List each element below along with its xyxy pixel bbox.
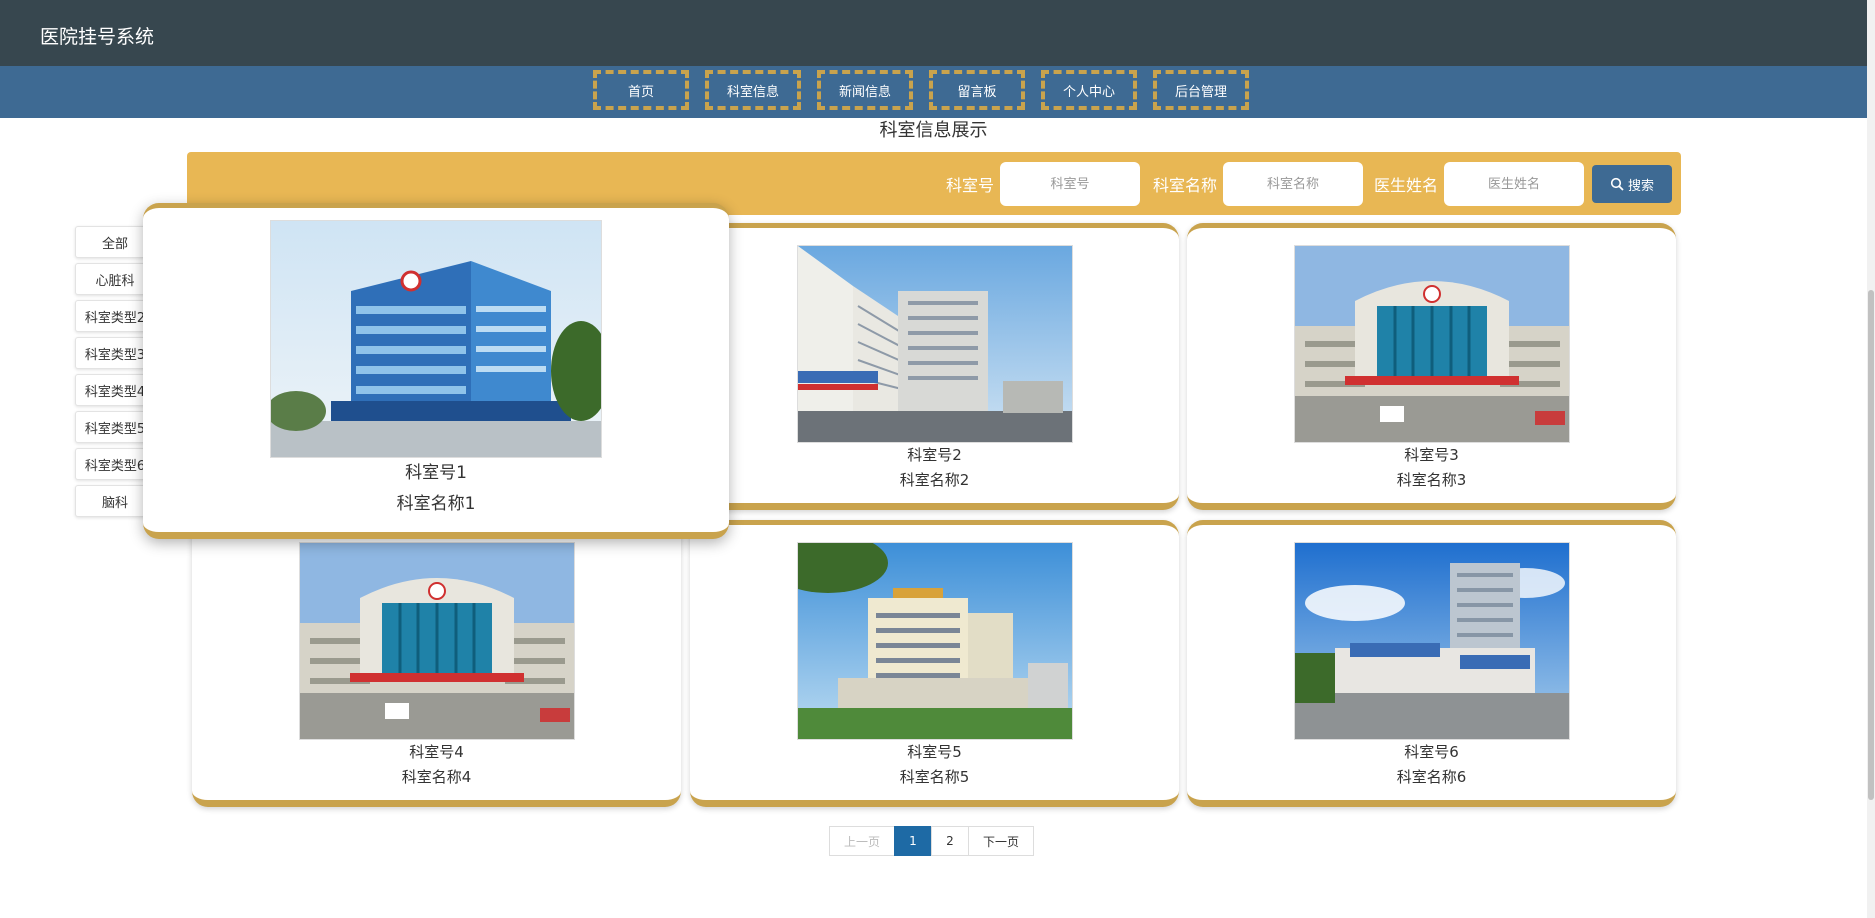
department-number: 科室号1 (405, 463, 467, 483)
dept-name-label: 科室名称 (1153, 176, 1218, 195)
scrollbar-thumb[interactable] (1868, 290, 1874, 800)
app-title: 医院挂号系统 (40, 26, 155, 48)
pagination: 上一页 1 2 下一页 (829, 826, 1034, 856)
hospital-image (270, 220, 602, 458)
hospital-image (1293, 245, 1570, 443)
nav-personal-center[interactable]: 个人中心 (1041, 70, 1137, 110)
department-card[interactable]: 科室号3 科室名称3 (1187, 223, 1676, 510)
department-card[interactable]: 科室号6 科室名称6 (1187, 520, 1676, 807)
page-2-button[interactable]: 2 (931, 826, 969, 856)
page-scrollbar[interactable] (1867, 0, 1875, 918)
doctor-name-label: 医生姓名 (1374, 176, 1439, 195)
department-name: 科室名称3 (1396, 471, 1467, 489)
search-button[interactable]: 搜索 (1592, 165, 1672, 203)
nav-home[interactable]: 首页 (593, 70, 689, 110)
hospital-image (298, 542, 575, 740)
department-name: 科室名称5 (899, 768, 970, 786)
dept-no-label: 科室号 (946, 176, 995, 195)
department-name: 科室名称1 (396, 494, 476, 514)
prev-page-button[interactable]: 上一页 (829, 826, 895, 856)
department-name: 科室名称4 (401, 768, 472, 786)
nav-message-board[interactable]: 留言板 (929, 70, 1025, 110)
doctor-name-input[interactable] (1444, 162, 1585, 206)
department-number: 科室号4 (409, 743, 464, 761)
page-1-button[interactable]: 1 (894, 826, 932, 856)
department-number: 科室号2 (907, 446, 962, 464)
department-number: 科室号6 (1404, 743, 1459, 761)
hospital-image (1293, 542, 1570, 740)
main-nav: 首页 科室信息 新闻信息 留言板 个人中心 后台管理 (0, 66, 1867, 118)
department-card[interactable]: 科室号5 科室名称5 (690, 520, 1179, 807)
nav-news[interactable]: 新闻信息 (817, 70, 913, 110)
department-card[interactable]: 科室号4 科室名称4 (192, 520, 681, 807)
nav-admin[interactable]: 后台管理 (1153, 70, 1249, 110)
search-icon (1610, 177, 1624, 191)
next-page-button[interactable]: 下一页 (968, 826, 1034, 856)
department-number: 科室号5 (907, 743, 962, 761)
hospital-image (796, 245, 1073, 443)
search-button-label: 搜索 (1627, 178, 1654, 194)
department-card[interactable]: 科室号2 科室名称2 (690, 223, 1179, 510)
department-name: 科室名称6 (1396, 768, 1467, 786)
dept-no-input[interactable] (1000, 162, 1141, 206)
dept-name-input[interactable] (1223, 162, 1364, 206)
department-card[interactable]: 科室号1 科室名称1 (143, 203, 729, 539)
department-name: 科室名称2 (899, 471, 970, 489)
department-number: 科室号3 (1404, 446, 1459, 464)
hospital-image (796, 542, 1073, 740)
top-header: 医院挂号系统 (0, 0, 1867, 66)
nav-departments[interactable]: 科室信息 (705, 70, 801, 110)
section-title: 科室信息展示 (879, 120, 988, 141)
